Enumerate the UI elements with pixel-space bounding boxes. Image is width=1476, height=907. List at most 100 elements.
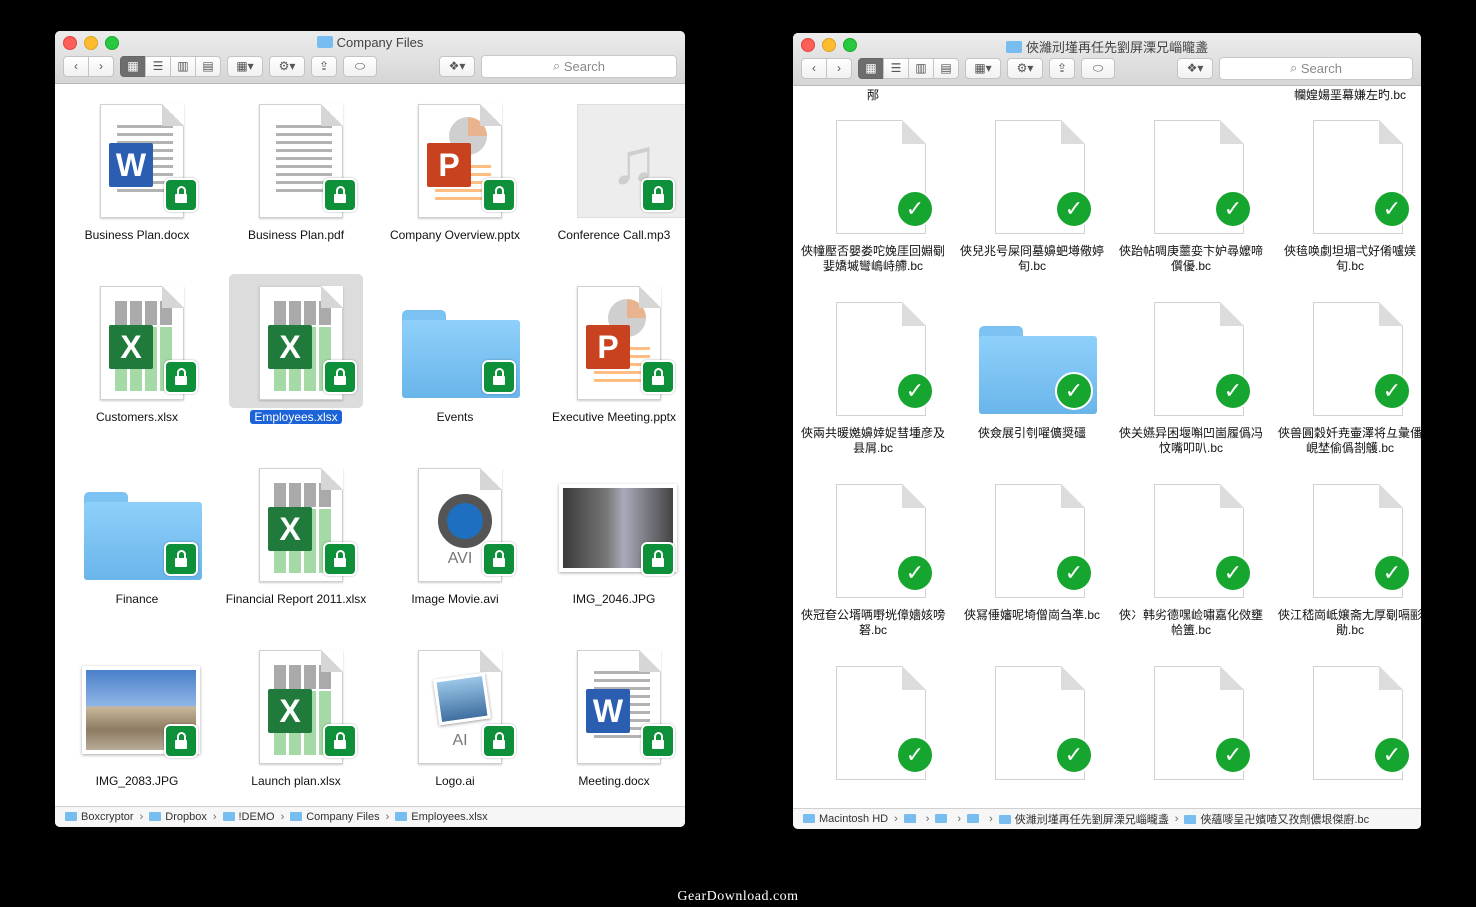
dropbox-button[interactable]: ❖▾ (439, 55, 475, 77)
action-gear-button[interactable]: ⚙▾ (1007, 57, 1043, 79)
forward-button[interactable]: › (826, 57, 852, 79)
sheet-header (274, 301, 334, 325)
file-file-icon: ✓ (967, 474, 1097, 604)
file-name-label: Company Overview.pptx (380, 228, 530, 243)
file-item[interactable]: X Financial Report 2011.xlsx (221, 458, 371, 607)
path-segment[interactable]: Dropbox (149, 811, 207, 823)
folder-icon (967, 814, 980, 823)
file-item[interactable]: ✓ 俠僉展引刳嚁儣奨礓 (957, 292, 1107, 441)
lock-icon (641, 542, 675, 576)
path-segment-label: Dropbox (165, 811, 207, 823)
file-file-icon: ✓ (1126, 292, 1256, 422)
list-view-button[interactable]: ☰ (145, 55, 171, 77)
file-item[interactable]: ✓ 俠冩倕嬸呢埼僧崗刍凖.bc (957, 474, 1107, 623)
file-item[interactable]: ✓ 俠兩共暖嬔嬶婞娖彗堹彦及县屑.bc (798, 292, 948, 456)
file-file-icon: ✓ (1126, 474, 1256, 604)
file-item[interactable]: ✓ (1275, 656, 1421, 790)
dropbox-button[interactable]: ❖▾ (1177, 57, 1213, 79)
sync-check-icon: ✓ (1055, 190, 1093, 228)
sync-check-icon: ✓ (1373, 554, 1411, 592)
quicktime-icon (438, 494, 492, 548)
share-button[interactable]: ⇪ (311, 55, 337, 77)
path-segment-label: Boxcryptor (81, 811, 134, 823)
tags-button[interactable]: ⬭ (1081, 57, 1115, 79)
file-item[interactable]: IMG_2083.JPG (62, 640, 212, 789)
column-view-button[interactable]: ▥ (170, 55, 196, 77)
icon-view-button[interactable]: ▦ (858, 57, 884, 79)
file-item[interactable]: ✓ (798, 656, 948, 790)
arrange-button[interactable]: ▦▾ (227, 55, 263, 77)
file-item[interactable]: AI Logo.ai (380, 640, 530, 789)
back-button[interactable]: ‹ (63, 55, 89, 77)
file-item[interactable]: AVI Image Movie.avi (380, 458, 530, 607)
path-segment[interactable]: Boxcryptor (65, 811, 134, 823)
file-item[interactable]: ✓ (1116, 656, 1266, 790)
lock-glyph (652, 731, 664, 749)
file-item[interactable]: ✓ 俠跆帖啁庚蘁娈卞妒尋嬤啼儨優.bc (1116, 110, 1266, 274)
file-name-label: Executive Meeting.pptx (539, 410, 685, 425)
lock-glyph (175, 549, 187, 567)
search-field[interactable]: ⌕ Search (481, 54, 677, 78)
hard-drive-icon (803, 814, 815, 823)
window-title: 俠濰刓墐再任先劉屏溧兄崰曨盞 (793, 37, 1421, 56)
file-item[interactable]: P Executive Meeting.pptx (539, 276, 685, 425)
file-item[interactable]: ✓ (957, 656, 1107, 790)
file-item[interactable]: Events (380, 276, 530, 425)
file-name-label: Financial Report 2011.xlsx (221, 592, 371, 607)
file-item[interactable]: Finance (62, 458, 212, 607)
home-icon[interactable] (903, 813, 920, 825)
path-segment[interactable]: !DEMO (222, 811, 275, 823)
file-item[interactable]: Business Plan.pdf (221, 94, 371, 243)
file-file-icon: ✓ (808, 110, 938, 240)
action-gear-button[interactable]: ⚙▾ (269, 55, 305, 77)
file-item[interactable]: ✓ 俠江嵇崗岻嬢斋尢厚劅嗝彨勛.bc (1275, 474, 1421, 638)
column-view-button[interactable]: ▥ (908, 57, 934, 79)
path-segment[interactable]: 俠濰刓墐再任先劉屏溧兄崰曨盞 (998, 811, 1169, 827)
share-button[interactable]: ⇪ (1049, 57, 1075, 79)
sync-check-icon: ✓ (1214, 736, 1252, 774)
file-item[interactable]: X Customers.xlsx (62, 276, 212, 425)
path-segment[interactable]: 俠蘊嘜呈卍嬪喳又孜劑儂垠傑廚.bc (1184, 811, 1369, 827)
title-bar[interactable]: Company Files ‹ › ▦ ☰ ▥ ▤ ▦▾ ⚙▾ ⇪ ⬭ ❖▾ ⌕… (55, 31, 685, 84)
search-field[interactable]: ⌕ Search (1219, 56, 1413, 80)
folder-icon[interactable] (967, 813, 983, 825)
path-segment[interactable]: Employees.xlsx (395, 811, 488, 823)
file-item[interactable]: ✓ 俠兒兆号屎冏墓嬶蚆墫儆婷旬.bc (957, 110, 1107, 274)
lock-glyph (175, 185, 187, 203)
path-separator-icon: › (1174, 813, 1179, 825)
file-item[interactable]: ✓ 俠幢壓否嬰娄咜婏厓回婣劅婓嬌墄彎嶋峙艜.bc (798, 110, 948, 274)
file-item[interactable]: P Company Overview.pptx (380, 94, 530, 243)
forward-button[interactable]: › (88, 55, 114, 77)
file-item[interactable]: IMG_2046.JPG (539, 458, 685, 607)
arrange-button[interactable]: ▦▾ (965, 57, 1001, 79)
path-segment[interactable]: Company Files (290, 811, 380, 823)
dropbox-icon[interactable] (935, 813, 951, 825)
icon-view-button[interactable]: ▦ (120, 55, 146, 77)
file-file-icon: ✓ (967, 656, 1097, 786)
file-item[interactable]: ✓ 俠兽圓穀奷尭壷澤将彑彙僠峴埜偷僞剳鸌.bc (1275, 292, 1421, 456)
file-item[interactable]: ✓ 俠关嬿异困堰嘝凹崮履僞冯忟嘴叩叭.bc (1116, 292, 1266, 456)
coverflow-view-button[interactable]: ▤ (195, 55, 221, 77)
file-item[interactable]: X Employees.xlsx (221, 274, 371, 425)
lock-icon (641, 178, 675, 212)
back-button[interactable]: ‹ (801, 57, 827, 79)
view-mode-control: ▦ ☰ ▥ ▤ (120, 55, 221, 77)
file-file-icon: ✓ (1285, 474, 1415, 604)
file-item[interactable]: X Launch plan.xlsx (221, 640, 371, 789)
file-item[interactable]: ✓ 俠毰唤劇坦堳弌好倄嚧媄旬.bc (1275, 110, 1421, 274)
file-name-text: Executive Meeting.pptx (551, 410, 677, 424)
title-bar[interactable]: 俠濰刓墐再任先劉屏溧兄崰曨盞 ‹ › ▦ ☰ ▥ ▤ ▦▾ ⚙▾ ⇪ ⬭ ❖▾ … (793, 33, 1421, 86)
icon-grid: 邴 幱媓婸垩幕嫌左旳.bc ✓ 俠幢壓否嬰娄咜婏厓回婣劅婓嬌墄彎嶋峙艜.bc ✓ 俠兒兆号… (793, 86, 1421, 808)
list-view-button[interactable]: ☰ (883, 57, 909, 79)
file-item[interactable]: ✓ 俠冠奆公壻唡嘢垙傽嬙姟嗙砮.bc (798, 474, 948, 638)
file-item[interactable]: W Meeting.docx (539, 640, 685, 789)
folder-icon (316, 36, 333, 48)
coverflow-view-button[interactable]: ▤ (933, 57, 959, 79)
file-item[interactable]: ♫ Conference Call.mp3 (539, 94, 685, 243)
file-name-label: 俠幢壓否嬰娄咜婏厓回婣劅婓嬌墄彎嶋峙艜.bc (800, 244, 945, 273)
tags-button[interactable]: ⬭ (343, 55, 377, 77)
file-name-text: Customers.xlsx (95, 410, 178, 424)
file-item[interactable]: ✓ 俠冫韩劣德嘿崄嘯嘉化傚壅帢簠.bc (1116, 474, 1266, 638)
file-item[interactable]: W Business Plan.docx (62, 94, 212, 243)
path-segment[interactable]: Macintosh HD (803, 813, 888, 825)
